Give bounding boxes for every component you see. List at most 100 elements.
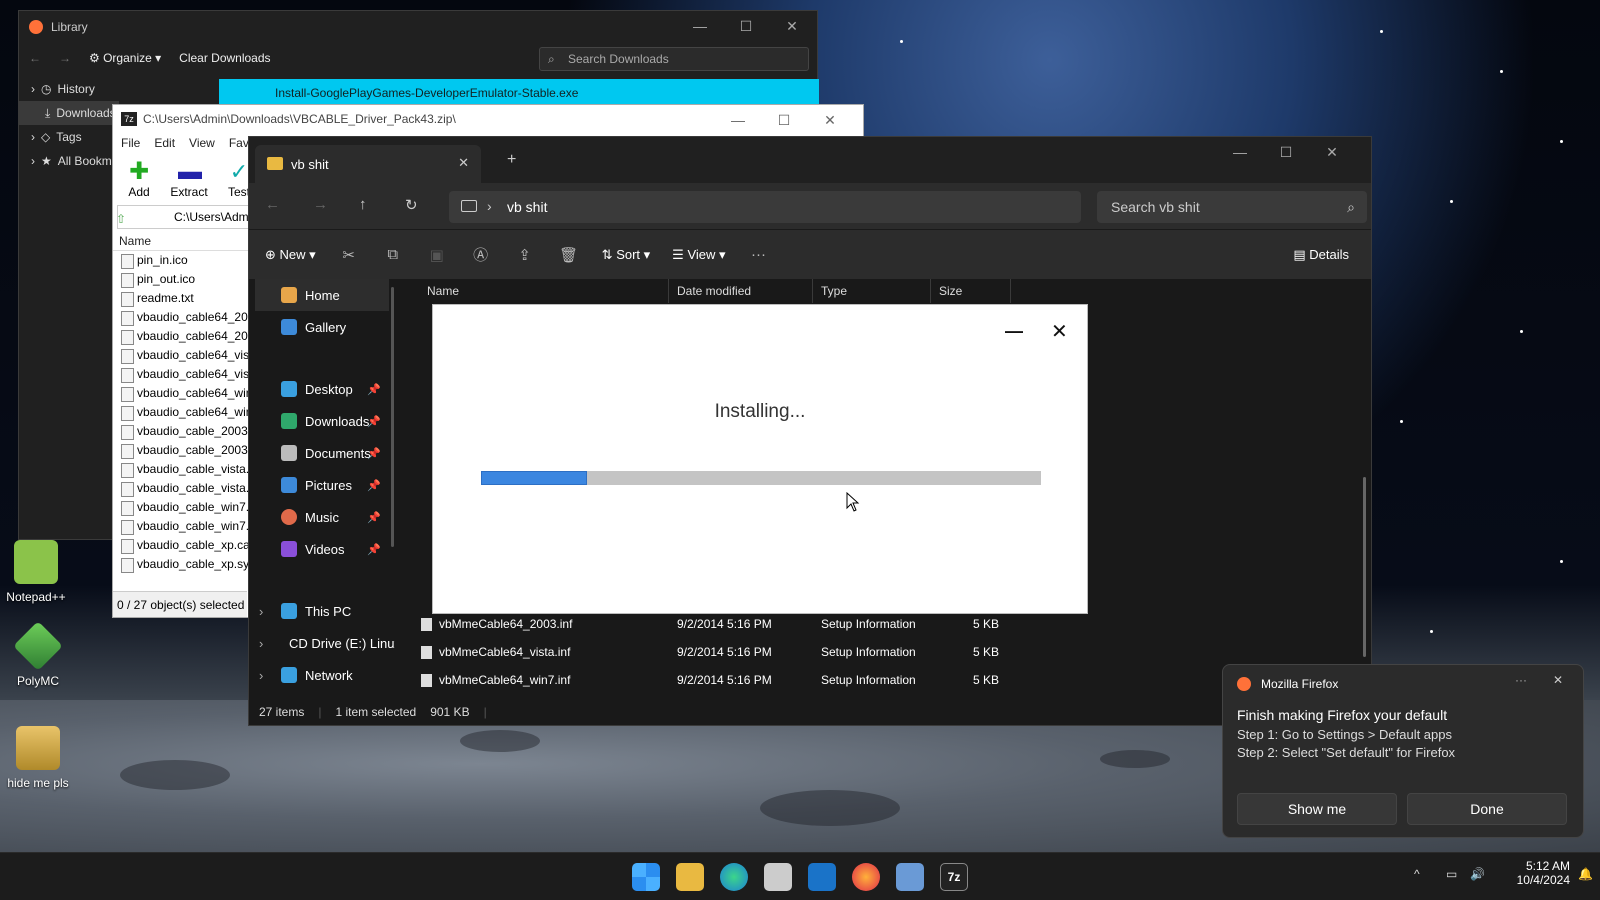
new-label: New	[279, 246, 306, 262]
done-button[interactable]: Done	[1407, 793, 1567, 825]
clock[interactable]: 5:12 AM 10/4/2024	[1500, 859, 1570, 887]
close-icon[interactable]: ✕	[1309, 137, 1355, 167]
outlook-icon[interactable]	[808, 863, 836, 891]
maximize-icon[interactable]: ☐	[1263, 137, 1309, 167]
nav-item-network[interactable]: › Network	[249, 659, 395, 691]
organize-button[interactable]: ⚙ Organize ▾	[89, 51, 161, 65]
nav-item-music[interactable]: Music 📌	[249, 501, 395, 533]
table-row[interactable]: vbMmeCable64_win7.inf 9/2/2014 5:16 PM S…	[419, 667, 1011, 693]
new-tab-icon[interactable]: +	[507, 151, 516, 169]
up-folder-icon[interactable]: ⇧	[116, 208, 126, 230]
desktop-icon-polymc[interactable]: PolyMC	[0, 621, 78, 688]
add-button[interactable]: ✚ Add	[119, 158, 159, 200]
show-me-button[interactable]: Show me	[1237, 793, 1397, 825]
menu-file[interactable]: File	[121, 133, 140, 153]
column-size[interactable]: Size	[931, 279, 1011, 303]
minimize-icon[interactable]: —	[715, 105, 761, 135]
firefox-icon[interactable]	[852, 863, 880, 891]
clock-time: 5:12 AM	[1525, 859, 1570, 873]
new-button[interactable]: ⊕ New ▾	[265, 247, 316, 263]
close-icon[interactable]: ✕	[1553, 673, 1563, 687]
toast-app-name: Mozilla Firefox	[1261, 677, 1339, 691]
column-name[interactable]: Name	[419, 279, 669, 303]
back-icon[interactable]: ←	[29, 51, 41, 65]
chevron-up-icon[interactable]: ^	[1414, 867, 1420, 881]
start-icon[interactable]	[632, 863, 660, 891]
nav-item-documents[interactable]: Documents 📌	[249, 437, 395, 469]
store-icon[interactable]	[764, 863, 792, 891]
menu-view[interactable]: View	[189, 133, 215, 153]
extract-button[interactable]: ▬ Extract	[169, 160, 209, 200]
address-bar[interactable]: › vb shit	[449, 191, 1081, 223]
maximize-icon[interactable]: ☐	[723, 11, 769, 41]
edge-icon[interactable]	[720, 863, 748, 891]
volume-icon[interactable]: 🔊	[1470, 867, 1485, 881]
desktop-icon-notepadpp[interactable]: Notepad++	[0, 540, 76, 604]
forward-icon[interactable]: →	[59, 51, 71, 65]
file-list-scrollbar[interactable]	[1363, 477, 1366, 657]
nav-item-home[interactable]: Home	[255, 279, 389, 311]
desktop-icon-label: Notepad++	[6, 590, 66, 604]
installer-dialog[interactable]: — ✕ Installing...	[432, 304, 1088, 614]
firefox-notification[interactable]: Mozilla Firefox ··· ✕ Finish making Fire…	[1222, 664, 1584, 838]
tab-vb-shit[interactable]: vb shit ✕	[255, 145, 481, 183]
bell-icon[interactable]: 🔔	[1578, 867, 1593, 881]
close-icon[interactable]: ✕	[807, 105, 853, 135]
rename-icon[interactable]: Ⓐ	[470, 244, 492, 266]
view-button[interactable]: ☰ View ▾	[672, 247, 725, 263]
close-icon[interactable]: ✕	[1051, 319, 1068, 344]
nav-scrollbar[interactable]	[391, 287, 394, 547]
paste-icon[interactable]: ▣	[426, 244, 448, 266]
library-search-input[interactable]: ⌕ Search Downloads	[539, 47, 809, 71]
star	[1430, 630, 1433, 633]
file-explorer-icon[interactable]	[676, 863, 704, 891]
nav-item-downloads[interactable]: Downloads 📌	[249, 405, 395, 437]
minimize-icon[interactable]: —	[1217, 137, 1263, 167]
table-row[interactable]: vbMmeCable64_2003.inf 9/2/2014 5:16 PM S…	[419, 611, 1011, 637]
plus-icon: ✚	[128, 158, 150, 185]
nav-item-desktop[interactable]: Desktop 📌	[249, 373, 395, 405]
up-icon[interactable]: ↑	[359, 196, 367, 213]
refresh-icon[interactable]: ↻	[405, 196, 418, 214]
menu-edit[interactable]: Edit	[154, 133, 175, 153]
chevron-right-icon: ›	[259, 603, 264, 619]
minimize-icon[interactable]: —	[677, 11, 723, 41]
desktop-icon-hide-me[interactable]: hide me pls	[0, 726, 78, 790]
sort-button[interactable]: ⇅ Sort ▾	[602, 247, 651, 263]
pictures-icon	[281, 477, 297, 493]
installer-icon[interactable]	[896, 863, 924, 891]
sidebar-item-downloads[interactable]: ⤓ Downloads	[19, 101, 119, 125]
nav-item-pictures[interactable]: Pictures 📌	[249, 469, 395, 501]
forward-icon[interactable]: →	[313, 196, 328, 213]
details-button[interactable]: ▤ Details	[1293, 247, 1349, 263]
maximize-icon[interactable]: ☐	[761, 105, 807, 135]
clock-date: 10/4/2024	[1516, 873, 1570, 887]
close-icon[interactable]: ✕	[769, 11, 815, 41]
delete-icon[interactable]: 🗑	[558, 244, 580, 266]
more-icon[interactable]: ···	[1515, 673, 1527, 687]
nav-item-cd-drive[interactable]: › CD Drive (E:) Linux	[249, 627, 395, 659]
search-placeholder: Search vb shit	[1111, 199, 1200, 215]
file-icon	[421, 618, 432, 631]
cut-icon[interactable]: ✂	[338, 244, 360, 266]
chevron-right-icon: ›	[487, 198, 492, 214]
explorer-search-input[interactable]: Search vb shit ⌕	[1097, 191, 1367, 223]
copy-icon[interactable]: ⧉	[382, 244, 404, 266]
nav-item-gallery[interactable]: Gallery	[249, 311, 395, 343]
nav-item-this-pc[interactable]: › This PC	[249, 595, 395, 627]
column-type[interactable]: Type	[813, 279, 931, 303]
7zip-icon[interactable]: 7z	[940, 863, 968, 891]
document-icon	[281, 445, 297, 461]
back-icon[interactable]: ←	[265, 196, 280, 213]
table-row[interactable]: vbMmeCable64_vista.inf 9/2/2014 5:16 PM …	[419, 639, 1011, 665]
network-icon[interactable]: ▭	[1446, 867, 1457, 881]
nav-item-videos[interactable]: Videos 📌	[249, 533, 395, 565]
clear-downloads-button[interactable]: Clear Downloads	[179, 51, 270, 65]
close-tab-icon[interactable]: ✕	[458, 155, 469, 171]
computer-icon	[281, 603, 297, 619]
column-date-modified[interactable]: Date modified	[669, 279, 813, 303]
minimize-icon[interactable]: —	[1005, 321, 1023, 342]
more-icon[interactable]: ···	[748, 244, 770, 266]
file-size: 5 KB	[972, 645, 999, 659]
share-icon[interactable]: ⇪	[514, 244, 536, 266]
